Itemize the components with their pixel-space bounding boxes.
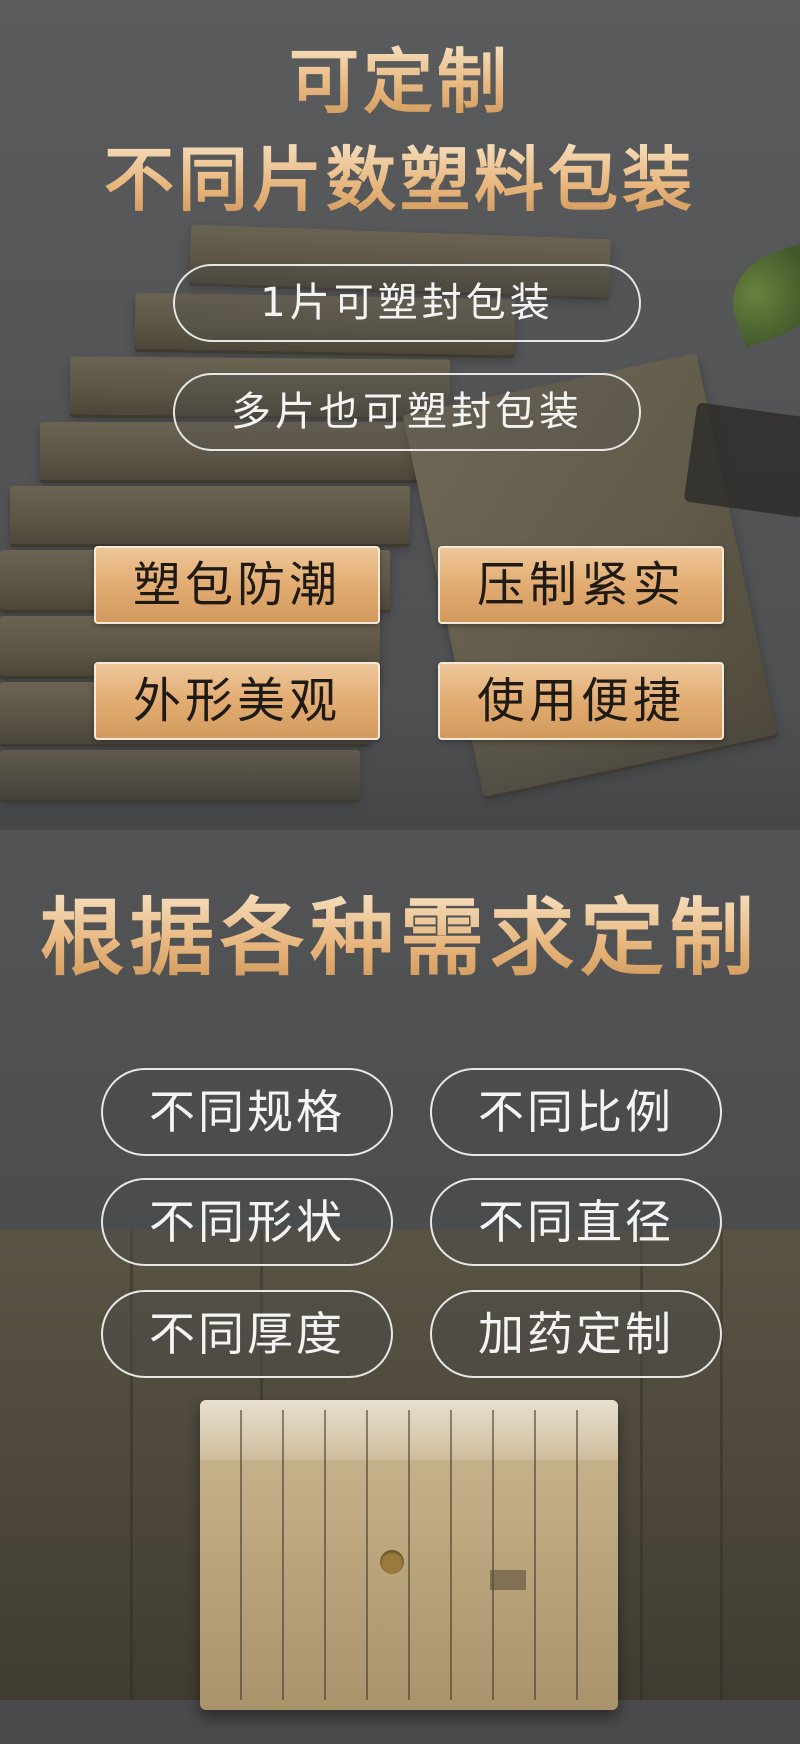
feature-convenient: 使用便捷 <box>438 662 724 740</box>
spec-ratio: 不同比例 <box>430 1068 722 1156</box>
spec-diameter: 不同直径 <box>430 1178 722 1266</box>
title-customizable: 可定制 <box>0 40 800 124</box>
feature-compact: 压制紧实 <box>438 546 724 624</box>
wrapped-block-package-image <box>200 1400 618 1710</box>
feature-appearance: 外形美观 <box>94 662 380 740</box>
leaf-decoration <box>719 242 800 348</box>
spec-shape: 不同形状 <box>101 1178 393 1266</box>
spec-additive: 加药定制 <box>430 1290 722 1378</box>
dark-block-decoration <box>683 402 800 518</box>
title-custom-needs: 根据各种需求定制 <box>0 888 800 988</box>
pill-multi-seal: 多片也可塑封包装 <box>173 373 641 451</box>
title-packaging: 不同片数塑料包装 <box>0 138 800 222</box>
spec-thickness: 不同厚度 <box>101 1290 393 1378</box>
spec-size: 不同规格 <box>101 1068 393 1156</box>
pill-single-seal: 1片可塑封包装 <box>173 264 641 342</box>
product-detail-page: 可定制 不同片数塑料包装 1片可塑封包装 多片也可塑封包装 塑包防潮 压制紧实 … <box>0 0 800 1744</box>
feature-moisture-proof: 塑包防潮 <box>94 546 380 624</box>
